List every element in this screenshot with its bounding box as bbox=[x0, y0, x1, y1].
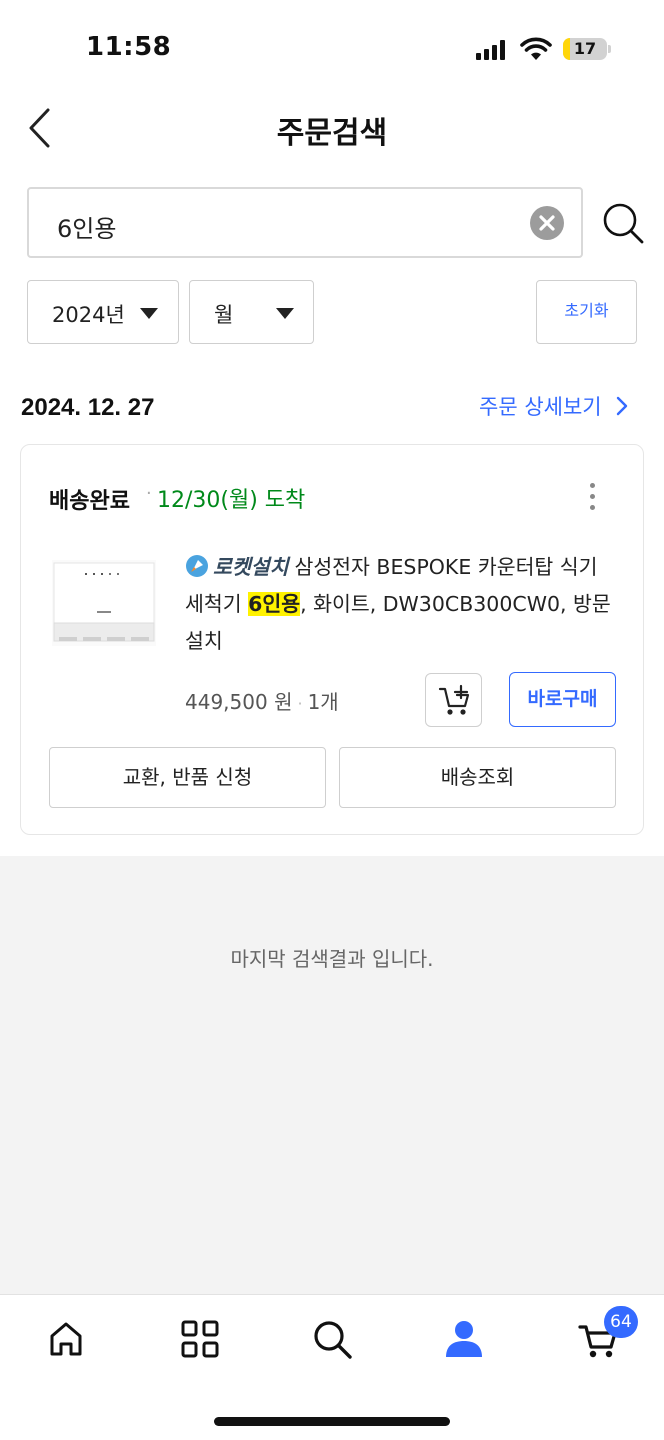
battery-level: 17 bbox=[573, 39, 597, 58]
search-input[interactable]: 6인용 bbox=[27, 187, 583, 258]
rocket-install-badge: 로켓설치 bbox=[213, 555, 289, 579]
product-image[interactable] bbox=[51, 559, 157, 647]
cart-plus-icon bbox=[438, 684, 470, 715]
battery-icon: 17 bbox=[563, 38, 607, 60]
month-select-value: 월 bbox=[214, 303, 234, 327]
order-date: 2024. 12. 27 bbox=[21, 394, 155, 421]
product-price: 449,500 원 bbox=[185, 690, 293, 714]
page-title: 주문검색 bbox=[276, 116, 388, 151]
product-name-highlight: 6인용 bbox=[248, 592, 301, 616]
wifi-icon bbox=[520, 37, 552, 60]
status-time: 11:58 bbox=[86, 32, 172, 62]
home-icon[interactable] bbox=[44, 1317, 88, 1361]
content-area: 11:58 17 주문검색 6인용 2024년 월 초기화 2024. 12. … bbox=[0, 0, 664, 856]
year-select-value: 2024년 bbox=[52, 303, 125, 327]
exchange-return-button[interactable]: 교환, 반품 신청 bbox=[49, 747, 326, 808]
year-select[interactable]: 2024년 bbox=[27, 280, 179, 344]
search-input-value[interactable]: 6인용 bbox=[57, 209, 116, 244]
end-of-results-message: 마지막 검색결과 입니다. bbox=[230, 947, 434, 971]
delivery-status: 배송완료 bbox=[49, 489, 130, 514]
cellular-signal-icon bbox=[476, 40, 505, 60]
more-options-icon[interactable] bbox=[581, 481, 603, 513]
order-card: 배송완료 · 12/30(월) 도착 로켓설치 삼성전자 BESPOKE 카운터… bbox=[20, 444, 644, 835]
chevron-down-icon bbox=[276, 308, 294, 319]
battery-tip bbox=[608, 45, 611, 53]
home-indicator bbox=[214, 1417, 450, 1426]
buy-now-button[interactable]: 바로구매 bbox=[509, 672, 616, 727]
cart-count-badge: 64 bbox=[604, 1306, 638, 1338]
search-tab-icon[interactable] bbox=[310, 1317, 354, 1361]
clear-icon[interactable] bbox=[530, 206, 564, 240]
order-detail-link[interactable]: 주문 상세보기 bbox=[479, 391, 602, 421]
arrival-date: 12/30(월) 도착 bbox=[157, 488, 306, 513]
product-name[interactable]: 로켓설치 삼성전자 BESPOKE 카운터탑 식기세척기 6인용, 화이트, DW… bbox=[185, 549, 615, 660]
rocket-icon bbox=[186, 555, 208, 577]
search-icon[interactable] bbox=[600, 200, 646, 246]
separator-dot: · bbox=[297, 694, 303, 713]
reset-button[interactable]: 초기화 bbox=[536, 280, 637, 344]
add-to-cart-button[interactable] bbox=[425, 673, 482, 727]
price-quantity: 449,500 원 · 1개 bbox=[185, 686, 339, 715]
chevron-down-icon bbox=[140, 308, 158, 319]
category-icon[interactable] bbox=[178, 1317, 222, 1361]
separator-dot: · bbox=[146, 483, 152, 504]
month-select[interactable]: 월 bbox=[189, 280, 314, 344]
my-coupang-icon[interactable] bbox=[442, 1317, 486, 1361]
track-delivery-button[interactable]: 배송조회 bbox=[339, 747, 616, 808]
chevron-right-icon[interactable] bbox=[614, 395, 630, 417]
product-quantity: 1개 bbox=[307, 690, 339, 714]
